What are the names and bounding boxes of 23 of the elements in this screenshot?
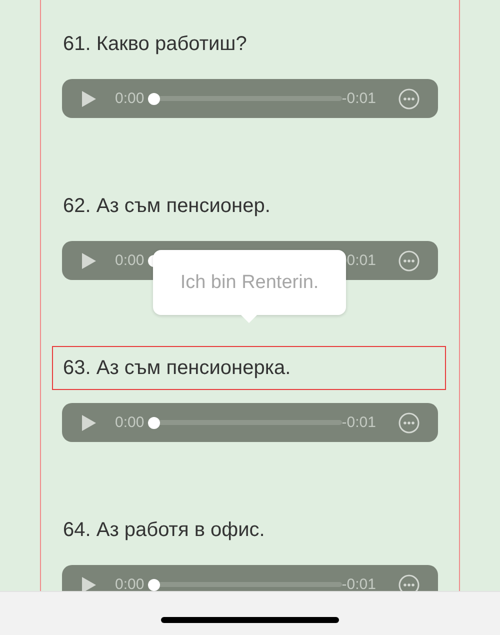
phrase-heading: 61. Какво работиш? — [62, 32, 248, 57]
play-icon[interactable] — [81, 90, 97, 108]
current-time: 0:00 — [115, 252, 144, 269]
current-time: 0:00 — [115, 576, 144, 591]
more-icon[interactable] — [398, 250, 420, 272]
play-icon[interactable] — [81, 252, 97, 270]
seek-slider-thumb[interactable] — [148, 578, 160, 590]
more-icon[interactable] — [398, 88, 420, 110]
current-time: 0:00 — [115, 414, 144, 431]
seek-slider-thumb[interactable] — [148, 92, 160, 104]
remaining-time: 0:01 — [346, 252, 376, 269]
seek-slider-thumb[interactable] — [148, 416, 160, 428]
play-icon[interactable] — [81, 414, 97, 432]
tooltip-text: Ich bin Renterin. — [180, 272, 319, 294]
phrase-heading: 63. Аз съм пенсионерка. — [52, 346, 446, 390]
remaining-time: -0:01 — [342, 90, 376, 107]
more-icon[interactable] — [398, 574, 420, 591]
phrase-heading: 62. Аз съм пенсионер. — [62, 194, 272, 219]
phrase-heading: 64. Аз работя в офис. — [62, 518, 266, 543]
remaining-time: -0:01 — [342, 576, 376, 591]
current-time: 0:00 — [115, 90, 144, 107]
remaining-time: -0:01 — [342, 414, 376, 431]
more-icon[interactable] — [398, 412, 420, 434]
